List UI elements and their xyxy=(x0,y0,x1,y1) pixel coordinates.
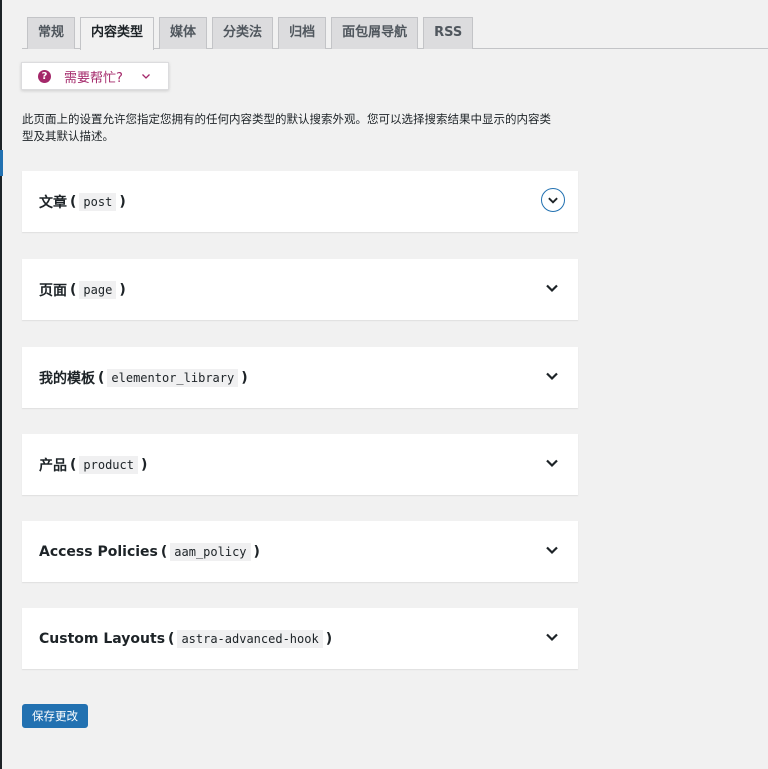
content-type-panel-page[interactable]: 页面 ( page ) xyxy=(22,259,578,320)
content-type-panel-aam-policy[interactable]: Access Policies ( aam_policy ) xyxy=(22,521,578,582)
chevron-down-icon xyxy=(141,74,150,79)
question-icon: ? xyxy=(38,69,51,83)
admin-sidebar-active-marker xyxy=(0,150,3,176)
panel-slug: page xyxy=(79,280,117,299)
help-label: 需要帮忙? xyxy=(64,70,123,86)
panel-name: Custom Layouts xyxy=(39,630,166,647)
paren-close: ) xyxy=(253,543,260,560)
panel-slug: elementor_library xyxy=(107,368,239,387)
chevron-down-icon[interactable] xyxy=(541,188,565,212)
paren-open: ( xyxy=(70,281,77,298)
panel-name: 文章 xyxy=(39,194,67,211)
panel-name: 页面 xyxy=(39,282,67,299)
chevron-down-icon[interactable] xyxy=(540,626,564,650)
panel-title: Access Policies ( aam_policy ) xyxy=(39,521,263,582)
settings-tabs: 常规 内容类型 媒体 分类法 归档 面包屑导航 RSS xyxy=(27,17,474,50)
chevron-down-icon[interactable] xyxy=(540,539,564,563)
page-description: 此页面上的设置允许您指定您拥有的任何内容类型的默认搜索外观。您可以选择搜索结果中… xyxy=(22,112,551,143)
content-type-panel-elementor-library[interactable]: 我的模板 ( elementor_library ) xyxy=(22,347,578,408)
panel-slug: post xyxy=(79,192,117,211)
chevron-down-icon[interactable] xyxy=(540,452,564,476)
save-changes-button[interactable]: 保存更改 xyxy=(22,704,88,728)
tab-general[interactable]: 常规 xyxy=(27,17,76,49)
tab-taxonomies[interactable]: 分类法 xyxy=(212,17,274,49)
chevron-down-icon[interactable] xyxy=(540,365,564,389)
chevron-down-icon[interactable] xyxy=(540,277,564,301)
panel-name: 产品 xyxy=(39,457,67,474)
paren-close: ) xyxy=(119,193,126,210)
help-toggle-button[interactable]: ? 需要帮忙? xyxy=(21,62,169,90)
panel-name: 我的模板 xyxy=(39,370,95,387)
tab-breadcrumbs[interactable]: 面包屑导航 xyxy=(331,17,419,49)
panel-title: Custom Layouts ( astra-advanced-hook ) xyxy=(39,608,335,669)
panel-title: 页面 ( page ) xyxy=(39,259,129,320)
panel-slug: aam_policy xyxy=(170,542,251,561)
tab-media[interactable]: 媒体 xyxy=(159,17,208,49)
panel-name: Access Policies xyxy=(39,543,158,560)
paren-close: ) xyxy=(140,456,148,473)
panel-title: 产品 ( product ) xyxy=(39,434,150,495)
paren-open: ( xyxy=(70,193,77,210)
admin-sidebar-edge xyxy=(0,0,2,769)
paren-open: ( xyxy=(160,543,168,560)
paren-close: ) xyxy=(119,281,126,298)
tab-content-types[interactable]: 内容类型 xyxy=(80,17,155,50)
panel-slug: product xyxy=(79,455,138,474)
content-type-panel-product[interactable]: 产品 ( product ) xyxy=(22,434,578,495)
tab-rss[interactable]: RSS xyxy=(423,17,474,49)
paren-open: ( xyxy=(98,369,105,386)
content-type-panel-post[interactable]: 文章 ( post ) xyxy=(22,171,578,232)
panel-slug: astra-advanced-hook xyxy=(177,629,323,648)
paren-close: ) xyxy=(241,369,248,386)
paren-open: ( xyxy=(70,456,77,473)
panel-title: 文章 ( post ) xyxy=(39,171,129,232)
paren-close: ) xyxy=(325,630,333,647)
content-type-panel-astra-advanced-hook[interactable]: Custom Layouts ( astra-advanced-hook ) xyxy=(22,608,578,669)
paren-open: ( xyxy=(168,630,175,647)
tab-archives[interactable]: 归档 xyxy=(278,17,327,49)
panel-title: 我的模板 ( elementor_library ) xyxy=(39,347,251,408)
